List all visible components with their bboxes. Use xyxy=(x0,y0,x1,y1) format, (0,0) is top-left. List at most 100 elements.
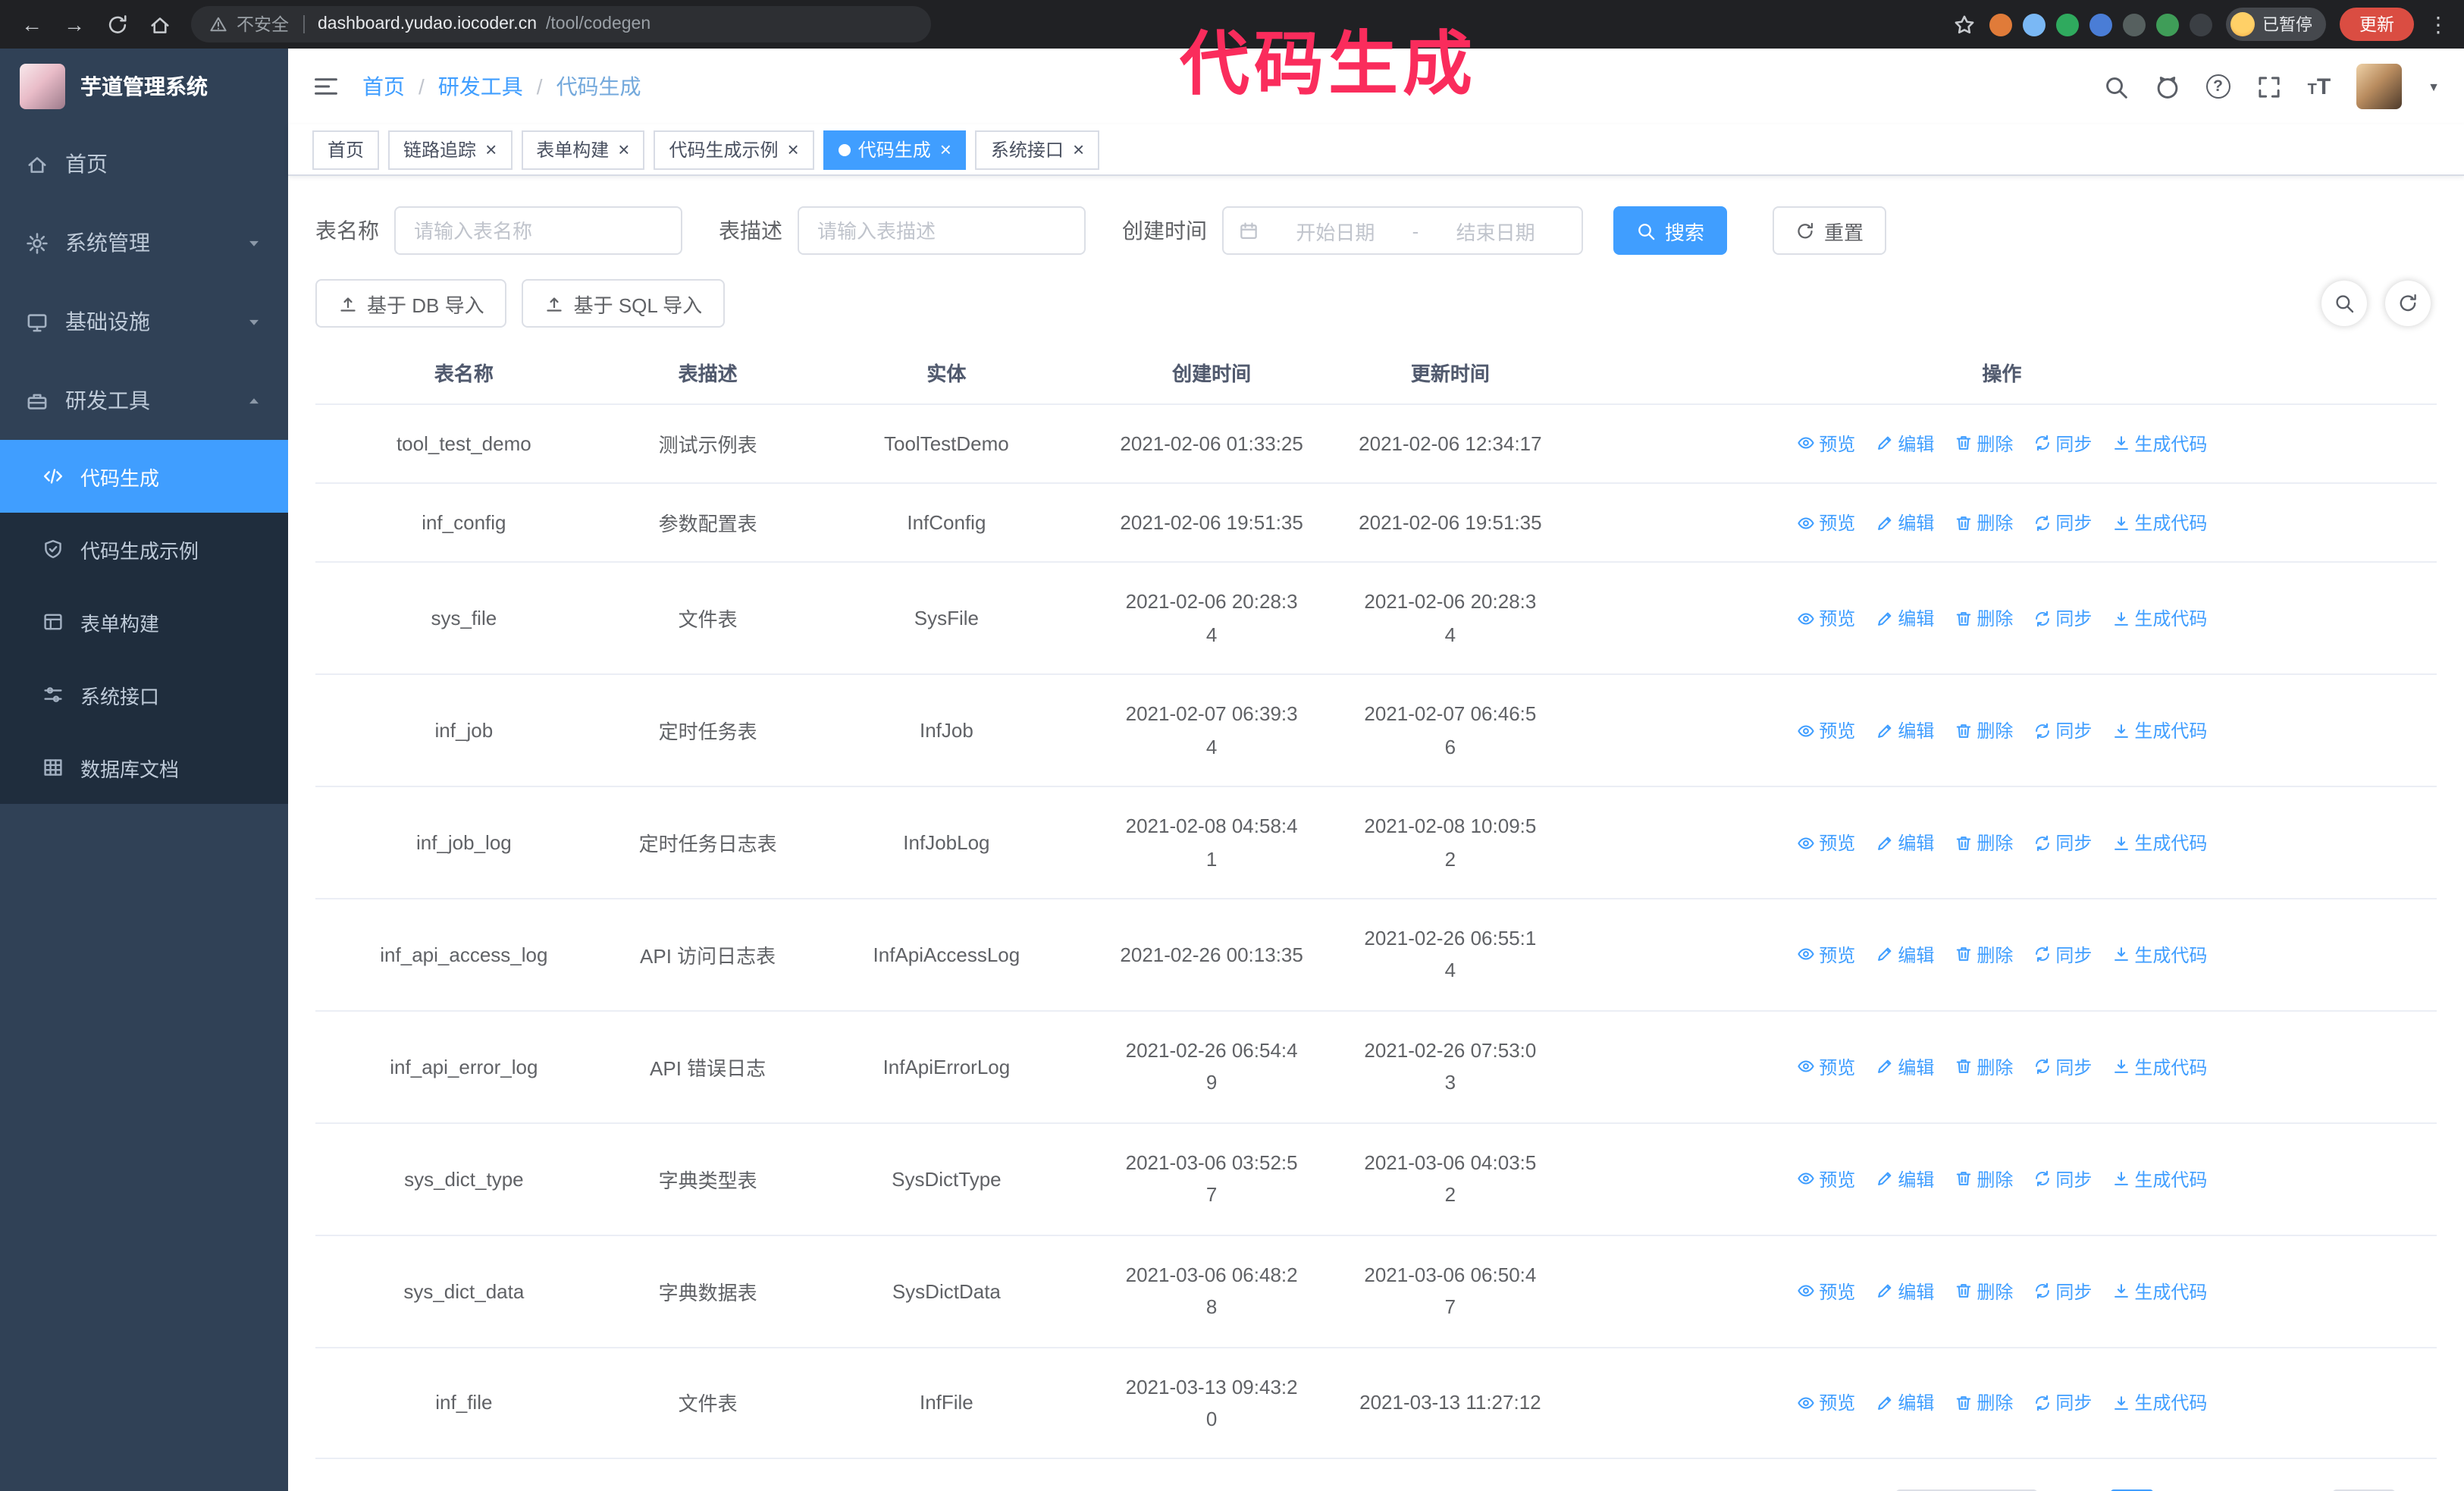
update-button[interactable]: 更新 xyxy=(2340,8,2414,41)
generate-code-link[interactable]: 生成代码 xyxy=(2111,510,2207,535)
breadcrumb-item-home[interactable]: 首页 xyxy=(362,71,405,102)
reset-button[interactable]: 重置 xyxy=(1773,206,1887,255)
sidebar-item-infrastructure[interactable]: 基础设施 xyxy=(0,282,288,361)
sync-link[interactable]: 同步 xyxy=(2033,717,2092,743)
sync-link[interactable]: 同步 xyxy=(2033,1054,2092,1080)
green-check-extension-icon[interactable] xyxy=(2056,13,2079,36)
tab-form-builder[interactable]: 表单构建 × xyxy=(521,130,645,169)
browser-home-icon[interactable] xyxy=(148,13,171,36)
table-name-input[interactable] xyxy=(394,206,682,255)
profile-chip[interactable]: 已暂停 xyxy=(2226,8,2326,41)
sidebar-item-home[interactable]: 首页 xyxy=(0,124,288,203)
kebab-menu-icon[interactable]: ⋮ xyxy=(2428,11,2449,37)
blue-users-extension-icon[interactable] xyxy=(2089,13,2112,36)
sync-link[interactable]: 同步 xyxy=(2033,430,2092,456)
generate-code-link[interactable]: 生成代码 xyxy=(2111,830,2207,855)
puzzle-extension-icon[interactable] xyxy=(2190,13,2212,36)
edit-link[interactable]: 编辑 xyxy=(1875,1278,1934,1304)
edit-link[interactable]: 编辑 xyxy=(1875,430,1934,456)
sidebar-item-codegen-example[interactable]: 代码生成示例 xyxy=(0,513,288,585)
sidebar-item-dev-tools[interactable]: 研发工具 xyxy=(0,361,288,440)
forward-icon[interactable]: → xyxy=(58,8,91,41)
edit-link[interactable]: 编辑 xyxy=(1875,942,1934,968)
preview-link[interactable]: 预览 xyxy=(1796,1166,1855,1191)
generate-code-link[interactable]: 生成代码 xyxy=(2111,717,2207,743)
close-icon[interactable]: × xyxy=(1073,140,1084,159)
delete-link[interactable]: 删除 xyxy=(1954,942,2013,968)
preview-link[interactable]: 预览 xyxy=(1796,510,1855,535)
generate-code-link[interactable]: 生成代码 xyxy=(2111,430,2207,456)
generate-code-link[interactable]: 生成代码 xyxy=(2111,606,2207,632)
close-icon[interactable]: × xyxy=(788,140,799,159)
sidebar-item-codegen[interactable]: 代码生成 xyxy=(0,440,288,513)
close-icon[interactable]: × xyxy=(940,140,951,159)
sync-link[interactable]: 同步 xyxy=(2033,1166,2092,1191)
db-import-button[interactable]: 基于 DB 导入 xyxy=(315,279,507,328)
sync-link[interactable]: 同步 xyxy=(2033,510,2092,535)
tab-codegen-example[interactable]: 代码生成示例 × xyxy=(654,130,814,169)
tab-codegen[interactable]: 代码生成 × xyxy=(823,130,967,169)
close-icon[interactable]: × xyxy=(485,140,497,159)
delete-link[interactable]: 删除 xyxy=(1954,510,2013,535)
generate-code-link[interactable]: 生成代码 xyxy=(2111,1054,2207,1080)
delete-link[interactable]: 删除 xyxy=(1954,717,2013,743)
preview-link[interactable]: 预览 xyxy=(1796,606,1855,632)
preview-link[interactable]: 预览 xyxy=(1796,1278,1855,1304)
preview-link[interactable]: 预览 xyxy=(1796,430,1855,456)
breadcrumb-item-dev-tools[interactable]: 研发工具 xyxy=(438,71,523,102)
preview-link[interactable]: 预览 xyxy=(1796,942,1855,968)
app-logo[interactable]: 芋道管理系统 xyxy=(0,49,288,124)
delete-link[interactable]: 删除 xyxy=(1954,1390,2013,1416)
hamburger-icon[interactable] xyxy=(312,73,340,100)
delete-link[interactable]: 删除 xyxy=(1954,1054,2013,1080)
toggle-search-button[interactable] xyxy=(2321,281,2367,326)
preview-link[interactable]: 预览 xyxy=(1796,1054,1855,1080)
avatar-caret-icon[interactable]: ▼ xyxy=(2428,80,2440,93)
edit-link[interactable]: 编辑 xyxy=(1875,1390,1934,1416)
sync-link[interactable]: 同步 xyxy=(2033,942,2092,968)
delete-link[interactable]: 删除 xyxy=(1954,1166,2013,1191)
url-bar[interactable]: 不安全 dashboard.yudao.iocoder.cn/tool/code… xyxy=(191,6,931,42)
search-icon[interactable] xyxy=(2103,74,2129,99)
back-icon[interactable]: ← xyxy=(15,8,49,41)
sidebar-item-system-management[interactable]: 系统管理 xyxy=(0,203,288,282)
edit-link[interactable]: 编辑 xyxy=(1875,510,1934,535)
delete-link[interactable]: 删除 xyxy=(1954,606,2013,632)
sync-link[interactable]: 同步 xyxy=(2033,1278,2092,1304)
delete-link[interactable]: 删除 xyxy=(1954,830,2013,855)
generate-code-link[interactable]: 生成代码 xyxy=(2111,1390,2207,1416)
breadcrumb-item-codegen[interactable]: 代码生成 xyxy=(556,71,641,102)
preview-link[interactable]: 预览 xyxy=(1796,717,1855,743)
generate-code-link[interactable]: 生成代码 xyxy=(2111,1166,2207,1191)
create-time-range-picker[interactable]: 开始日期 - 结束日期 xyxy=(1222,206,1583,255)
preview-link[interactable]: 预览 xyxy=(1796,1390,1855,1416)
edit-link[interactable]: 编辑 xyxy=(1875,1054,1934,1080)
green-leaf-extension-icon[interactable] xyxy=(2156,13,2179,36)
sidebar-item-system-api[interactable]: 系统接口 xyxy=(0,658,288,731)
generate-code-link[interactable]: 生成代码 xyxy=(2111,942,2207,968)
font-size-icon[interactable]: TT xyxy=(2308,75,2331,98)
blue-drop-extension-icon[interactable] xyxy=(2023,13,2045,36)
table-desc-input[interactable] xyxy=(798,206,1086,255)
tab-trace[interactable]: 链路追踪 × xyxy=(388,130,513,169)
sql-import-button[interactable]: 基于 SQL 导入 xyxy=(522,279,726,328)
fullscreen-icon[interactable] xyxy=(2256,74,2282,99)
delete-link[interactable]: 删除 xyxy=(1954,430,2013,456)
orange-extension-icon[interactable] xyxy=(1989,13,2012,36)
bookmark-star-icon[interactable] xyxy=(1953,13,1976,36)
edit-link[interactable]: 编辑 xyxy=(1875,606,1934,632)
sidebar-item-form-builder[interactable]: 表单构建 xyxy=(0,585,288,658)
tab-system-api[interactable]: 系统接口 × xyxy=(975,130,1100,169)
close-icon[interactable]: × xyxy=(618,140,629,159)
sidebar-item-db-doc[interactable]: 数据库文档 xyxy=(0,731,288,804)
delete-link[interactable]: 删除 xyxy=(1954,1278,2013,1304)
reload-icon[interactable] xyxy=(105,13,128,36)
help-icon[interactable]: ? xyxy=(2205,74,2230,99)
search-button[interactable]: 搜索 xyxy=(1613,206,1728,255)
sync-link[interactable]: 同步 xyxy=(2033,606,2092,632)
generate-code-link[interactable]: 生成代码 xyxy=(2111,1278,2207,1304)
sync-link[interactable]: 同步 xyxy=(2033,830,2092,855)
security-label[interactable]: 不安全 xyxy=(237,12,289,36)
edit-link[interactable]: 编辑 xyxy=(1875,717,1934,743)
sync-link[interactable]: 同步 xyxy=(2033,1390,2092,1416)
